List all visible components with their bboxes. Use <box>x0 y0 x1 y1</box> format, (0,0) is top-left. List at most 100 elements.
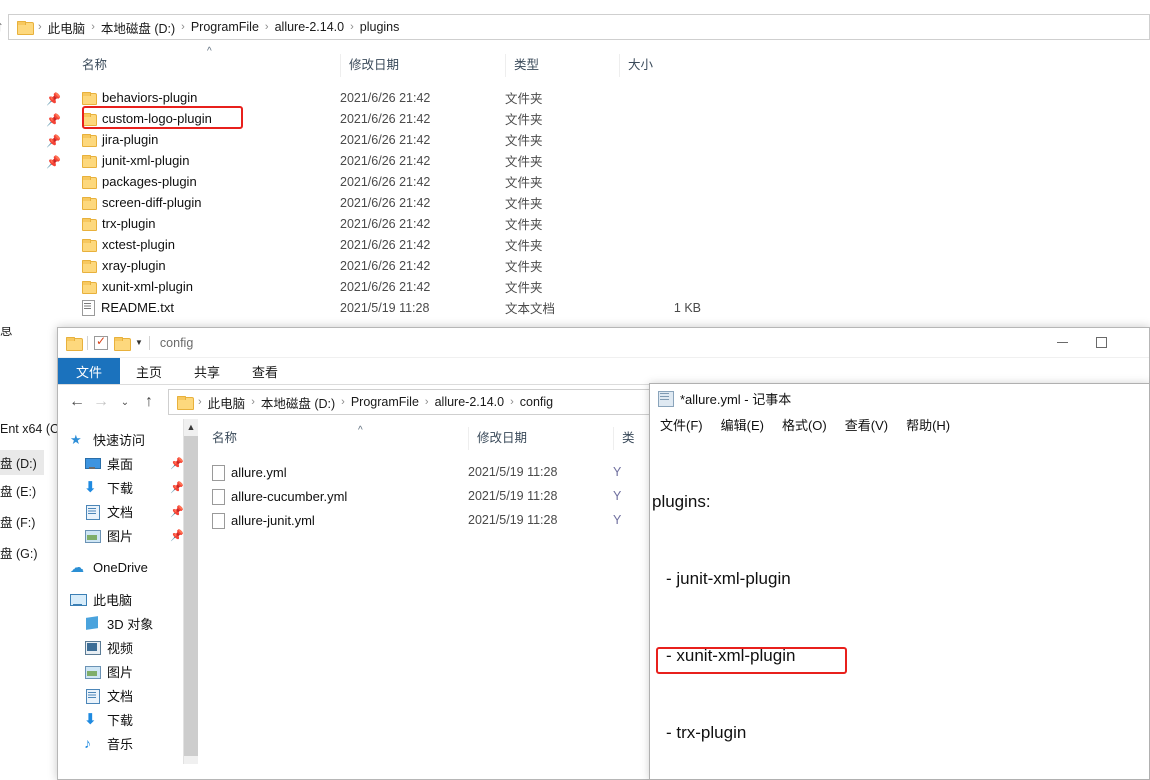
sidebar-item-videos[interactable]: 视频 <box>58 635 198 659</box>
sidebar-item-pictures[interactable]: 图片 📌 <box>58 523 198 547</box>
breadcrumb-separator: › <box>510 396 514 408</box>
sidebar-item-downloads-pc[interactable]: ⬇ 下载 <box>58 707 198 731</box>
breadcrumb-item-3[interactable]: allure-2.14.0 <box>431 395 509 409</box>
table-row[interactable]: xunit-xml-plugin 2021/6/26 21:42 文件夹 <box>82 276 1082 297</box>
folder-icon[interactable] <box>66 336 83 351</box>
file-type: 文件夹 <box>505 113 543 127</box>
folder-icon <box>82 239 97 252</box>
menu-edit[interactable]: 编辑(E) <box>721 415 764 434</box>
sidebar-item-documents-pc[interactable]: 文档 <box>58 683 198 707</box>
download-icon: ⬇ <box>84 478 97 496</box>
tab-file[interactable]: 文件 <box>58 358 121 384</box>
menu-view[interactable]: 查看(V) <box>845 415 888 434</box>
table-row[interactable]: behaviors-plugin 2021/6/26 21:42 文件夹 <box>82 87 1082 108</box>
sidebar-item-pictures-pc[interactable]: 图片 <box>58 659 198 683</box>
sidebar-item-desktop[interactable]: 桌面 📌 <box>58 451 198 475</box>
breadcrumb-item-3[interactable]: allure-2.14.0 <box>271 20 349 34</box>
table-row[interactable]: custom-logo-plugin 2021/6/26 21:42 文件夹 <box>82 108 1082 129</box>
sliver-drive-c[interactable]: Ent x64 (C <box>0 422 59 436</box>
menu-file[interactable]: 文件(F) <box>660 415 703 434</box>
sliver-drive-d[interactable]: 盘 (D:) <box>0 450 44 475</box>
explorer-window-plugins: › 此电脑 › 本地磁盘 (D:) › ProgramFile › allure… <box>0 0 1150 327</box>
chevron-down-icon[interactable]: ▼ <box>135 338 143 347</box>
table-row[interactable]: README.txt 2021/5/19 11:28 文本文档 1 KB <box>82 297 1082 318</box>
column-header-size[interactable]: 大小 <box>619 54 701 77</box>
file-type: 文件夹 <box>505 92 543 106</box>
properties-icon[interactable] <box>94 334 108 350</box>
table-row[interactable]: jira-plugin 2021/6/26 21:42 文件夹 <box>82 129 1082 150</box>
table-row[interactable]: junit-xml-plugin 2021/6/26 21:42 文件夹 <box>82 150 1082 171</box>
sliver-drive-g[interactable]: 盘 (G:) <box>0 543 38 562</box>
notepad-text-area[interactable]: plugins: - junit-xml-plugin - xunit-xml-… <box>650 436 1149 780</box>
file-type: 文件夹 <box>505 281 543 295</box>
breadcrumb-separator: › <box>181 21 185 33</box>
tab-home[interactable]: 主页 <box>120 358 178 384</box>
column-header-date[interactable]: 修改日期 <box>468 427 613 450</box>
table-row[interactable]: xctest-plugin 2021/6/26 21:42 文件夹 <box>82 234 1082 255</box>
desktop-icon <box>84 456 101 471</box>
table-row[interactable]: packages-plugin 2021/6/26 21:42 文件夹 <box>82 171 1082 192</box>
breadcrumb-item-1[interactable]: 本地磁盘 (D:) <box>97 18 179 37</box>
file-type: 文件夹 <box>505 155 543 169</box>
breadcrumb-item-4[interactable]: plugins <box>356 20 404 34</box>
column-header-name[interactable]: 名称 <box>212 427 468 450</box>
folder-icon <box>82 197 97 210</box>
folder-icon <box>82 113 97 126</box>
sidebar-item-documents[interactable]: 文档 📌 <box>58 499 198 523</box>
pin-icon[interactable]: 📌 <box>170 505 184 518</box>
file-date: 2021/6/26 21:42 <box>340 216 431 231</box>
back-button[interactable]: ← <box>68 393 86 411</box>
pin-icon[interactable]: 📌 <box>170 481 184 494</box>
breadcrumb-item-2[interactable]: ProgramFile <box>347 395 423 409</box>
tab-share[interactable]: 共享 <box>178 358 236 384</box>
divider <box>87 335 88 350</box>
sidebar-item-label: 桌面 <box>107 456 134 472</box>
table-row[interactable]: trx-plugin 2021/6/26 21:42 文件夹 <box>82 213 1082 234</box>
maximize-icon[interactable] <box>1096 337 1107 348</box>
navigation-pane-scrollbar[interactable]: ▲ <box>183 419 198 764</box>
file-date: 2021/5/19 11:28 <box>468 489 558 503</box>
sidebar-item-downloads[interactable]: ⬇ 下载 📌 <box>58 475 198 499</box>
file-name: xray-plugin <box>102 258 166 273</box>
music-icon: ♪ <box>84 734 91 751</box>
breadcrumb-item-2[interactable]: ProgramFile <box>187 20 263 34</box>
new-folder-icon[interactable] <box>114 336 131 351</box>
table-row[interactable]: xray-plugin 2021/6/26 21:42 文件夹 <box>82 255 1082 276</box>
breadcrumb-item-4[interactable]: config <box>516 395 557 409</box>
sliver-drive-f[interactable]: 盘 (F:) <box>0 512 35 531</box>
sidebar-item-onedrive[interactable]: ☁ OneDrive <box>58 555 198 579</box>
file-date: 2021/6/26 21:42 <box>340 174 431 189</box>
breadcrumb-item-0[interactable]: 此电脑 <box>204 393 250 412</box>
column-header-date[interactable]: 修改日期 <box>340 54 505 77</box>
forward-button[interactable]: → <box>92 393 110 411</box>
sidebar-item-music[interactable]: ♪ 音乐 <box>58 731 198 755</box>
notepad-icon <box>658 390 674 407</box>
tab-view[interactable]: 查看 <box>236 358 294 384</box>
minimize-icon[interactable] <box>1057 342 1068 343</box>
sidebar-item-3d-objects[interactable]: 3D 对象 <box>58 611 198 635</box>
breadcrumb-item-1[interactable]: 本地磁盘 (D:) <box>257 393 339 412</box>
breadcrumb-separator: › <box>91 21 95 33</box>
table-row[interactable]: screen-diff-plugin 2021/6/26 21:42 文件夹 <box>82 192 1082 213</box>
breadcrumb-item-0[interactable]: 此电脑 <box>44 18 90 37</box>
file-date: 2021/5/19 11:28 <box>340 300 430 315</box>
sidebar-item-this-pc[interactable]: 此电脑 <box>58 587 198 611</box>
scrollbar-thumb[interactable] <box>184 436 198 756</box>
menu-format[interactable]: 格式(O) <box>782 415 827 434</box>
breadcrumb[interactable]: › 此电脑 › 本地磁盘 (D:) › ProgramFile › allure… <box>8 14 1150 40</box>
recent-locations-button[interactable]: ⌄ <box>116 397 134 408</box>
sidebar-item-quick-access[interactable]: ★ 快速访问 <box>58 427 198 451</box>
notepad-menubar: 文件(F) 编辑(E) 格式(O) 查看(V) 帮助(H) <box>650 412 1149 436</box>
column-header-type[interactable]: 类型 <box>505 54 619 77</box>
sliver-drive-e[interactable]: 盘 (E:) <box>0 481 36 500</box>
up-button[interactable]: ↑ <box>140 393 158 411</box>
pin-icon[interactable]: 📌 <box>170 457 184 470</box>
file-name: xctest-plugin <box>102 237 175 252</box>
menu-help[interactable]: 帮助(H) <box>906 415 950 434</box>
column-header-name[interactable]: 名称 <box>82 54 340 77</box>
pin-icon[interactable]: 📌 <box>170 529 184 542</box>
sidebar-item-label: 图片 <box>107 664 134 680</box>
up-arrow-icon[interactable]: ↑ <box>0 18 4 35</box>
chevron-up-icon[interactable]: ▲ <box>184 419 198 436</box>
